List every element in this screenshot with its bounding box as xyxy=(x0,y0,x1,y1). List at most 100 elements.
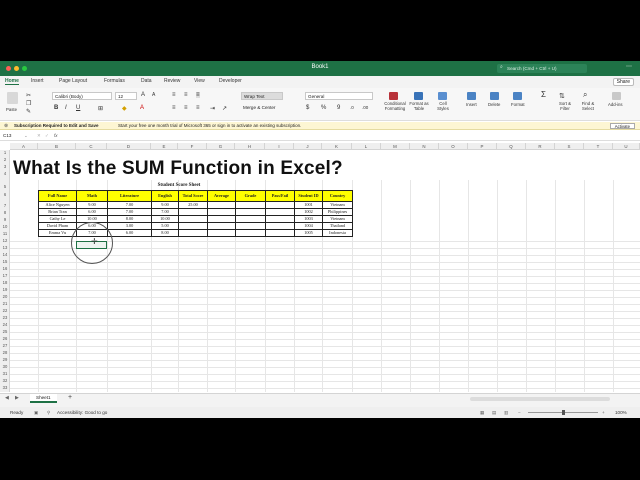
paste-icon[interactable] xyxy=(7,92,18,104)
tab-formulas[interactable]: Formulas xyxy=(104,78,125,84)
table-cell[interactable]: 1004 xyxy=(294,222,323,230)
table-cell[interactable] xyxy=(235,222,266,230)
sort-filter-label[interactable]: Sort & Filter xyxy=(557,101,573,111)
tab-insert[interactable]: Insert xyxy=(31,78,44,84)
format-as-table-icon[interactable] xyxy=(414,92,423,100)
table-cell[interactable] xyxy=(265,201,295,209)
align-center-icon[interactable]: ≡ xyxy=(184,105,188,111)
formula-input[interactable] xyxy=(64,133,636,140)
bold-icon[interactable]: B xyxy=(54,105,58,111)
delete-cells-label[interactable]: Delete xyxy=(488,102,500,107)
format-painter-icon[interactable]: ✎ xyxy=(26,108,31,115)
row-header[interactable]: 7 xyxy=(0,203,10,208)
insert-function-icon[interactable]: fx xyxy=(54,133,58,138)
cancel-entry-icon[interactable]: ✕ xyxy=(37,133,41,139)
tab-view[interactable]: View xyxy=(194,78,205,84)
row-header[interactable]: 12 xyxy=(0,238,10,243)
zoom-in-icon[interactable]: + xyxy=(602,407,605,418)
table-cell[interactable] xyxy=(265,208,295,216)
column-header-j[interactable]: J xyxy=(294,143,322,150)
row-header[interactable]: 32 xyxy=(0,378,10,383)
row-header[interactable]: 5 xyxy=(0,184,10,189)
table-cell[interactable]: Vietnam xyxy=(322,215,353,223)
row-header[interactable]: 11 xyxy=(0,231,10,236)
table-header-cell[interactable]: Math xyxy=(76,190,108,202)
row-header[interactable]: 23 xyxy=(0,315,10,320)
table-cell[interactable]: 25.00 xyxy=(178,201,208,209)
sheet-tab-sheet1[interactable]: Sheet1 xyxy=(30,394,57,403)
add-sheet-icon[interactable]: + xyxy=(68,394,72,401)
increase-decimal-icon[interactable]: .0 xyxy=(350,105,354,110)
conditional-formatting-label[interactable]: Conditional Formatting xyxy=(383,101,407,111)
table-cell[interactable]: Cathy Le xyxy=(38,215,77,223)
table-cell[interactable] xyxy=(265,222,295,230)
zoom-slider-handle[interactable] xyxy=(562,410,565,415)
column-header-n[interactable]: N xyxy=(410,143,439,150)
row-header[interactable]: 14 xyxy=(0,252,10,257)
align-right-icon[interactable]: ≡ xyxy=(196,105,200,111)
table-cell[interactable]: 7.00 xyxy=(107,201,152,209)
table-cell[interactable]: 9.00 xyxy=(76,201,108,209)
add-ins-label[interactable]: Add-ins xyxy=(608,102,623,107)
table-header-cell[interactable]: Student ID xyxy=(294,190,323,202)
page-layout-view-icon[interactable]: ▤ xyxy=(492,407,496,418)
tab-home[interactable]: Home xyxy=(5,78,19,85)
font-size-select[interactable]: 12 xyxy=(115,92,137,100)
orientation-icon[interactable]: ↗ xyxy=(222,105,227,112)
table-cell[interactable] xyxy=(235,215,266,223)
table-cell[interactable]: 8.00 xyxy=(151,229,179,237)
table-cell[interactable] xyxy=(207,229,236,237)
row-header[interactable]: 30 xyxy=(0,364,10,369)
font-name-select[interactable]: Calibri (Body) xyxy=(52,92,112,100)
column-header-p[interactable]: P xyxy=(468,143,497,150)
table-cell[interactable] xyxy=(178,215,208,223)
format-as-table-label[interactable]: Format as Table xyxy=(409,101,429,111)
sort-filter-icon[interactable]: ⇅ xyxy=(559,92,565,100)
table-cell[interactable]: 5.00 xyxy=(151,222,179,230)
column-header-a[interactable]: A xyxy=(10,143,38,150)
merge-center-button[interactable]: Merge & Center xyxy=(241,104,295,112)
insert-cells-icon[interactable] xyxy=(467,92,476,100)
row-header[interactable]: 26 xyxy=(0,336,10,341)
share-button[interactable]: Share xyxy=(612,78,634,86)
align-middle-icon[interactable]: ≡ xyxy=(184,92,188,98)
table-cell[interactable]: David Pham xyxy=(38,222,77,230)
cell-styles-label[interactable]: Cell Styles xyxy=(435,101,451,111)
row-header[interactable]: 15 xyxy=(0,259,10,264)
table-cell[interactable] xyxy=(207,201,236,209)
next-sheet-icon[interactable]: ▶ xyxy=(15,395,19,401)
row-header[interactable]: 16 xyxy=(0,266,10,271)
column-header-s[interactable]: S xyxy=(555,143,584,150)
percent-style-icon[interactable]: % xyxy=(321,105,326,111)
table-cell[interactable]: 1005 xyxy=(294,229,323,237)
cell-styles-icon[interactable] xyxy=(438,92,447,100)
name-box-dropdown-icon[interactable]: ⌄ xyxy=(24,133,28,139)
table-cell[interactable]: 8.00 xyxy=(107,215,152,223)
table-cell[interactable] xyxy=(265,215,295,223)
fill-color-icon[interactable]: ◆ xyxy=(122,105,127,112)
italic-icon[interactable]: I xyxy=(65,105,67,111)
table-cell[interactable]: Vietnam xyxy=(322,201,353,209)
column-header-h[interactable]: H xyxy=(235,143,265,150)
column-header-u[interactable]: U xyxy=(613,143,640,150)
row-header[interactable]: 3 xyxy=(0,164,10,169)
delete-cells-icon[interactable] xyxy=(490,92,499,100)
column-header-l[interactable]: L xyxy=(352,143,381,150)
column-header-f[interactable]: F xyxy=(178,143,207,150)
zoom-out-icon[interactable]: − xyxy=(518,407,521,418)
column-header-i[interactable]: I xyxy=(265,143,294,150)
find-select-icon[interactable]: ⌕ xyxy=(583,90,587,100)
table-cell[interactable]: Indonesia xyxy=(322,229,353,237)
horizontal-scrollbar[interactable] xyxy=(470,397,610,401)
column-header-k[interactable]: K xyxy=(322,143,352,150)
table-cell[interactable]: 10.00 xyxy=(151,215,179,223)
cell-grid[interactable]: What Is the SUM Function in Excel? Stude… xyxy=(10,150,640,392)
table-header-cell[interactable]: Country xyxy=(322,190,353,202)
table-cell[interactable] xyxy=(207,215,236,223)
row-header[interactable]: 25 xyxy=(0,329,10,334)
table-header-cell[interactable]: Literature xyxy=(107,190,152,202)
row-header[interactable]: 33 xyxy=(0,385,10,390)
decrease-font-icon[interactable]: A xyxy=(152,92,155,98)
row-header[interactable]: 27 xyxy=(0,343,10,348)
row-header[interactable]: 31 xyxy=(0,371,10,376)
